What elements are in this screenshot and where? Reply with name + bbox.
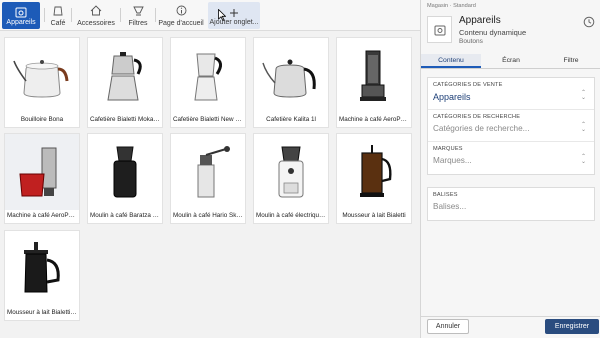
panel-type: Boutons — [459, 38, 483, 45]
tab-divider — [44, 8, 45, 22]
product-name: Mousseur à lait Bialetti — [342, 212, 406, 219]
field-placeholder: Balises... — [433, 202, 467, 211]
product-card[interactable]: Cafetière Kalita 1l — [253, 37, 329, 128]
kettle-image — [5, 38, 79, 114]
chevron-up-down-icon: ⌃ ⌄ — [580, 90, 586, 101]
product-name: Cafetière Bialetti New Venus — [173, 116, 243, 123]
product-card[interactable]: Bouilloire Bona — [4, 37, 80, 128]
aeropress-image — [337, 38, 411, 114]
category-tab-bar: Appareils Café Accessoires Filtres Page … — [0, 0, 420, 31]
tab-page-accueil[interactable]: Page d'accueil — [158, 0, 204, 30]
product-name: Mousseur à lait Bialetti Tuttocrema — [7, 309, 77, 316]
product-card[interactable]: Moulin à café Hario Skerton — [170, 133, 246, 224]
field-label: BALISES — [433, 192, 458, 198]
info-icon — [175, 5, 187, 16]
aeropress-go-image — [5, 134, 79, 210]
product-name: Cafetière Kalita 1l — [266, 116, 316, 123]
history-icon[interactable] — [583, 16, 595, 28]
product-card[interactable]: Cafetière Bialetti New Venus — [170, 37, 246, 128]
tab-accessoires[interactable]: Accessoires — [74, 0, 118, 30]
panel-header: Appareils Contenu dynamique Boutons — [427, 14, 595, 48]
product-name: Moulin à café Hario Skerton — [173, 212, 243, 219]
save-button[interactable]: Enregistrer — [545, 319, 599, 334]
tab-divider — [155, 8, 156, 22]
product-name: Machine à café AeroPress — [339, 116, 409, 123]
field-placeholder: Marques... — [433, 156, 472, 165]
product-name: Machine à café AeroPress Go — [7, 212, 77, 219]
tab-ecran[interactable]: Écran — [481, 54, 541, 68]
venus-pot-image — [171, 38, 245, 114]
electric-grinder-image — [254, 134, 328, 210]
panel-tabs: Contenu Écran Filtre — [421, 54, 600, 69]
chevron-up-down-icon: ⌃ ⌄ — [580, 122, 586, 133]
breadcrumb: Magasin · Standard — [427, 3, 476, 9]
product-card[interactable]: Cafetière Bialetti Moka Express — [87, 37, 163, 128]
tab-cafe[interactable]: Café — [47, 0, 69, 30]
field-placeholder: Catégories de recherche... — [433, 124, 530, 133]
add-tab-button[interactable]: Ajouter onglet... — [208, 2, 260, 29]
tab-divider — [120, 8, 121, 22]
tab-filtres[interactable]: Filtres — [123, 0, 153, 30]
tab-divider — [71, 8, 72, 22]
tags-box: BALISES Balises... — [427, 187, 595, 221]
panel-footer: Annuler Enregistrer — [421, 316, 600, 338]
hario-grinder-image — [171, 134, 245, 210]
brands-field[interactable]: MARQUES Marques... ⌃ ⌄ — [428, 142, 594, 174]
appliances-icon — [15, 7, 27, 18]
filter-fields-box: CATÉGORIES DE VENTE Appareils ⌃ ⌄ CATÉGOR… — [427, 77, 595, 175]
search-category-field[interactable]: CATÉGORIES DE RECHERCHE Catégories de re… — [428, 110, 594, 142]
product-area: Appareils Café Accessoires Filtres Page … — [0, 0, 420, 338]
product-card[interactable]: Moulin à café Baratza Encore — [87, 133, 163, 224]
product-card[interactable]: Mousseur à lait Bialetti — [336, 133, 412, 224]
french-press-image — [337, 134, 411, 210]
panel-title: Appareils — [459, 15, 501, 26]
filter-cup-icon — [132, 5, 144, 16]
product-card[interactable]: Machine à café AeroPress Go — [4, 133, 80, 224]
field-value: Appareils — [433, 92, 471, 102]
product-name: Moulin à café Baratza Encore — [90, 212, 160, 219]
coffee-bag-icon — [52, 5, 64, 16]
product-card[interactable]: Moulin à café électrique Baratza — [253, 133, 329, 224]
field-label: MARQUES — [433, 146, 463, 152]
mouse-cursor-icon — [218, 9, 226, 21]
product-name: Bouilloire Bona — [20, 116, 64, 123]
button-preview-icon — [427, 16, 452, 43]
tab-filtre[interactable]: Filtre — [541, 54, 600, 68]
cancel-button[interactable]: Annuler — [427, 319, 469, 334]
tab-contenu[interactable]: Contenu — [421, 54, 481, 68]
baratza-grinder-image — [88, 134, 162, 210]
home-icon — [90, 5, 102, 16]
tab-appareils[interactable]: Appareils — [2, 2, 40, 29]
properties-panel: Magasin · Standard Appareils Contenu dyn… — [420, 0, 600, 338]
sales-category-field[interactable]: CATÉGORIES DE VENTE Appareils ⌃ ⌄ — [428, 78, 594, 110]
panel-subtitle: Contenu dynamique — [459, 28, 527, 37]
product-name: Cafetière Bialetti Moka Express — [90, 116, 160, 123]
field-label: CATÉGORIES DE RECHERCHE — [433, 114, 521, 120]
pour-over-kettle-image — [254, 38, 328, 114]
plus-icon — [228, 7, 240, 18]
product-name: Moulin à café électrique Baratza — [256, 212, 326, 219]
product-card[interactable]: Machine à café AeroPress — [336, 37, 412, 128]
moka-pot-image — [88, 38, 162, 114]
milk-frother-image — [5, 231, 79, 307]
chevron-up-down-icon: ⌃ ⌄ — [580, 154, 586, 165]
field-label: CATÉGORIES DE VENTE — [433, 82, 503, 88]
product-card[interactable]: Mousseur à lait Bialetti Tuttocrema — [4, 230, 80, 321]
tags-field[interactable]: BALISES Balises... — [428, 188, 594, 220]
